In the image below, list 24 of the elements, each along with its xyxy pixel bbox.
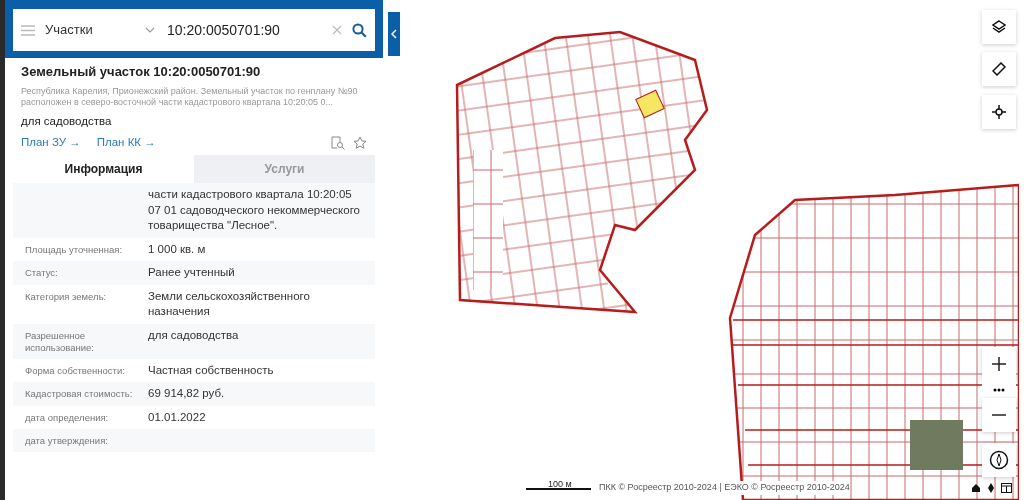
plan-link[interactable]: План ЗУ →: [21, 134, 81, 152]
field-label: Площадь уточненная:: [25, 242, 124, 257]
map-attribution: ПКК © Росреестр 2010-2024 | ЕЭКО © Росреестр 2010-2024: [599, 481, 850, 495]
field-value: Земли сельскохозяйственного назначения: [148, 288, 311, 320]
parcel-address: Республика Карелия, Прионежский район. Земельный участок по генплану №90 расположен в северо-восточной части кадастрового квартала 10:20:05 0...: [21, 85, 359, 109]
field-label: Статус:: [25, 266, 59, 281]
field-value: 01.01.2022: [148, 409, 206, 425]
field-label: Разрешенное использование:: [25, 329, 95, 355]
parcel-title: Земельный участок 10:20:0050701:90: [21, 63, 262, 81]
scale-label: 100 м: [548, 478, 572, 491]
field-value: 1 000 кв. м: [148, 241, 206, 257]
field-value: части кадастрового квартала 10:20:05 07 01 садоводческого некоммерческого товарищества "Лесное".: [148, 187, 361, 234]
field-value: для садоводства: [148, 328, 239, 343]
field-value: Частная собственность: [148, 362, 274, 378]
field-value: 69 914,82 руб.: [148, 386, 225, 402]
field-label: дата утверждения:: [25, 434, 109, 448]
parcel-purpose: для садоводства: [21, 113, 113, 129]
field-label: дата определения:: [25, 410, 110, 425]
field-label: Категория земель:: [25, 289, 108, 304]
category-select[interactable]: Участки: [45, 20, 135, 40]
field-value: Ранее учтенный: [148, 265, 235, 281]
field-label: Кадастровая стоимость:: [25, 387, 134, 402]
field-label: Форма собственности:: [25, 363, 126, 378]
plan-link[interactable]: План КК →: [96, 134, 156, 152]
